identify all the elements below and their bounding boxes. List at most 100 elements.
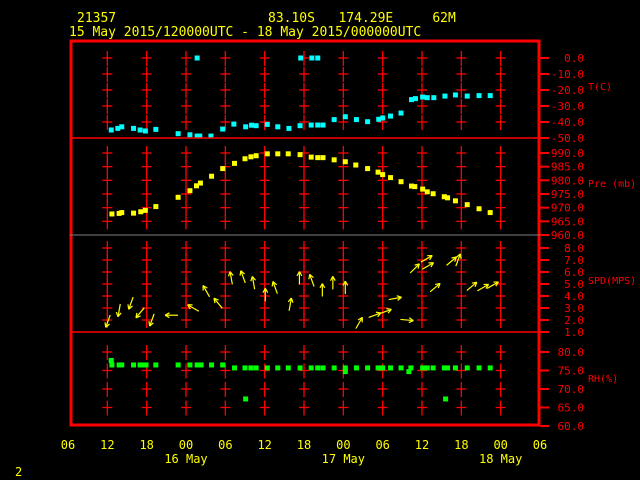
temperature-point (231, 121, 237, 127)
temperature-point (220, 126, 226, 132)
temperature-point (331, 117, 337, 123)
panel-label-wind: SPD(MPS) (588, 276, 636, 287)
rh-point (398, 365, 404, 371)
rh-point (424, 365, 430, 371)
pressure-point (476, 206, 482, 212)
temperature-point (342, 114, 348, 120)
x-tick-label: 06 (61, 438, 75, 452)
wind-arrow (135, 307, 145, 319)
rh-point (248, 365, 254, 371)
pressure-point (388, 175, 394, 181)
rh-point (198, 362, 204, 368)
temperature-point (119, 124, 125, 130)
wind-arrow (421, 262, 435, 270)
temperature-point (442, 93, 448, 99)
temperature-point (108, 127, 114, 133)
rh-point (308, 365, 314, 371)
temperature-point (464, 93, 470, 99)
rh-point (109, 362, 115, 368)
x-tick-label: 18 (297, 438, 311, 452)
rh-point (275, 365, 281, 371)
temperature-point (412, 96, 418, 102)
pressure-point (232, 160, 238, 166)
rh-point (108, 358, 114, 364)
rh-point (187, 362, 193, 368)
temperature-point (388, 113, 394, 119)
pressure-point (209, 173, 215, 179)
pressure-point (380, 172, 386, 178)
rh-point (353, 365, 359, 371)
rh-point (365, 365, 371, 371)
rh-point (153, 362, 159, 368)
pressure-point (445, 195, 451, 201)
temperature-point (452, 92, 458, 98)
rh-point (388, 365, 394, 371)
pressure-point (119, 210, 125, 216)
pressure-point (487, 210, 493, 216)
wind-arrow-head (271, 281, 274, 287)
wind-arrow (308, 273, 315, 287)
y-tick-label: 960.0 (551, 229, 584, 242)
temperature-point (431, 95, 437, 101)
x-tick-label: 06 (375, 438, 389, 452)
temperature-point (398, 110, 404, 116)
rh-point (380, 365, 386, 371)
rh-point (253, 365, 259, 371)
pressure-point (424, 189, 430, 195)
wind-arrow (187, 304, 200, 312)
rh-point (175, 362, 181, 368)
rh-point (209, 362, 215, 368)
wind-arrow-head (104, 322, 107, 328)
rh-point (443, 396, 449, 402)
pressure-point (375, 169, 381, 175)
wind-arrow (213, 297, 223, 309)
y-tick-label: 990.0 (551, 147, 584, 160)
wind-arrow (378, 308, 392, 315)
temperature-point (264, 121, 270, 127)
rh-point (375, 365, 381, 371)
rh-point (452, 365, 458, 371)
pressure-point (109, 211, 115, 217)
wind-arrow (115, 303, 122, 318)
rh-point (264, 365, 270, 371)
x-tick-label: 00 (493, 438, 507, 452)
y-tick-label: 985.0 (551, 161, 584, 174)
y-tick-label: 980.0 (551, 174, 584, 187)
temperature-point (253, 123, 259, 129)
y-tick-label: -30.0 (551, 100, 584, 113)
pressure-point (138, 209, 144, 215)
y-tick-label: 75.0 (558, 365, 585, 378)
wind-arrow-head (290, 297, 294, 303)
y-tick-label: 70.0 (558, 383, 585, 396)
rh-point (476, 365, 482, 371)
x-tick-label: 12 (100, 438, 114, 452)
temperature-point (487, 93, 493, 99)
rh-point (297, 365, 303, 371)
rh-point (220, 362, 226, 368)
rh-point (131, 362, 137, 368)
temperature-point (353, 117, 359, 123)
temperature-point (243, 124, 249, 130)
pressure-point (297, 152, 303, 158)
rh-point (242, 365, 248, 371)
wind-arrow-head (396, 295, 402, 298)
rh-point (232, 365, 238, 371)
pressure-point (275, 151, 281, 157)
pressure-point (131, 210, 137, 216)
date-label: 16 May (164, 452, 207, 466)
y-tick-label: 1.0 (564, 326, 584, 339)
wind-arrow-head (250, 276, 253, 282)
temperature-point (175, 131, 181, 137)
wind-arrow (466, 281, 478, 292)
rh-point (420, 365, 426, 371)
panel-label-temperature: T(C) (588, 82, 612, 93)
y-tick-label: 65.0 (558, 402, 585, 415)
x-tick-label: 00 (336, 438, 350, 452)
y-tick-label: -20.0 (551, 84, 584, 97)
temperature-point (424, 95, 430, 101)
temperature-point (308, 122, 314, 128)
pressure-point (315, 155, 321, 161)
rh-point (406, 369, 412, 375)
temperature-point (187, 132, 193, 138)
pressure-point (242, 156, 248, 162)
